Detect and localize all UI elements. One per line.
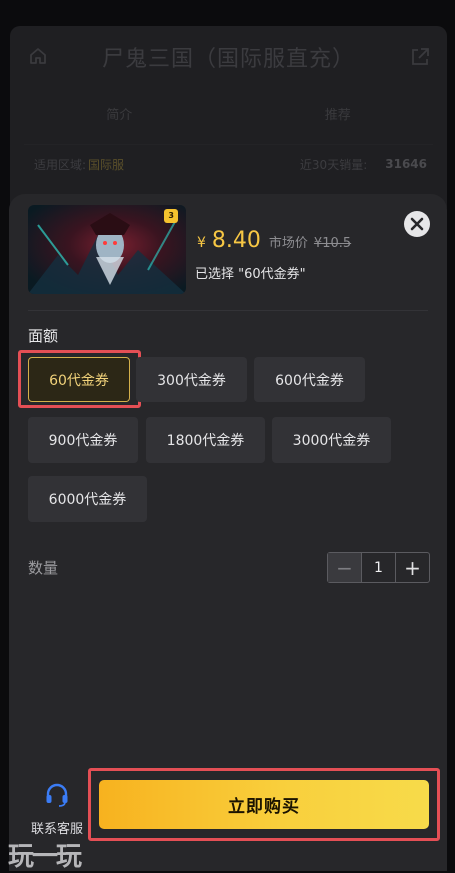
- background-tabs: 简介 推荐: [10, 88, 447, 138]
- option-1800[interactable]: 1800代金券: [146, 417, 265, 463]
- region-label: 适用区域:: [34, 157, 87, 172]
- denomination-label: 面额: [28, 327, 59, 345]
- option-6000[interactable]: 6000代金券: [28, 476, 147, 522]
- page-title: 尸鬼三国（国际服直充）: [101, 47, 355, 72]
- purchase-sheet: 3 ¥ 8.40 市场价 ¥10.5 已选择 "60代金券" 面额 60代金券 …: [9, 194, 447, 871]
- headset-icon: [46, 783, 68, 807]
- option-60[interactable]: 60代金券: [28, 357, 130, 402]
- divider: [28, 310, 428, 311]
- background-page: 尸鬼三国（国际服直充） 简介 推荐 适用区域: 国际服 近30天销量: 3164…: [10, 26, 447, 216]
- customer-service-label: 联系客服: [30, 822, 83, 837]
- product-artwork: [28, 205, 186, 294]
- quantity-decrease-button[interactable]: −: [328, 553, 361, 582]
- option-300[interactable]: 300代金券: [136, 357, 247, 402]
- sales-value: 31646: [385, 157, 427, 171]
- option-3000[interactable]: 3000代金券: [272, 417, 391, 463]
- price-value: 8.40: [211, 228, 261, 253]
- price-row: ¥ 8.40 市场价 ¥10.5: [197, 228, 351, 253]
- quantity-stepper: − 1 +: [327, 552, 430, 583]
- region-value: 国际服: [88, 157, 125, 172]
- background-info-row: 适用区域: 国际服 近30天销量: 31646: [24, 144, 433, 183]
- close-icon: [410, 217, 424, 231]
- tab-intro: 简介: [106, 107, 133, 123]
- quantity-increase-button[interactable]: +: [396, 553, 429, 582]
- selected-option-text: 已选择 "60代金券": [195, 267, 306, 282]
- option-900[interactable]: 900代金券: [28, 417, 138, 463]
- market-price-value: ¥10.5: [313, 236, 352, 251]
- background-header: 尸鬼三国（国际服直充）: [10, 26, 447, 88]
- buy-now-button[interactable]: 立即购买: [99, 780, 429, 829]
- quantity-label: 数量: [28, 559, 59, 577]
- currency-symbol: ¥: [197, 235, 206, 251]
- quantity-value[interactable]: 1: [361, 553, 396, 582]
- watermark-logo: 玩一玩: [8, 842, 82, 872]
- share-icon: [412, 48, 429, 65]
- market-price-label: 市场价: [268, 236, 308, 251]
- customer-service-button[interactable]: 联系客服: [27, 782, 87, 837]
- sales-label: 近30天销量:: [299, 157, 368, 172]
- tab-recommend: 推荐: [324, 107, 351, 123]
- home-icon: [30, 48, 46, 64]
- discount-badge: 3: [164, 209, 178, 223]
- option-600[interactable]: 600代金券: [254, 357, 365, 402]
- product-image: 3: [28, 205, 186, 294]
- close-button[interactable]: [404, 211, 430, 237]
